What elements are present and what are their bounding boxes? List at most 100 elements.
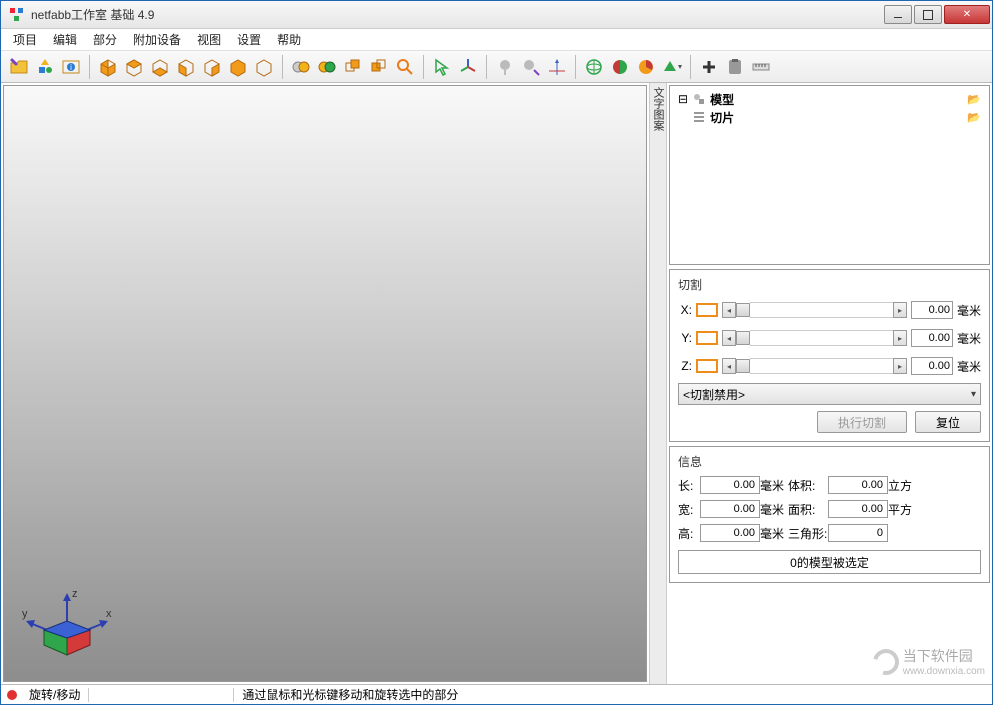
cut-slider[interactable]: ◂ ▸ xyxy=(722,358,907,374)
menubar: 项目 编辑 部分 附加设备 视图 设置 帮助 xyxy=(1,29,992,51)
slider-right-icon[interactable]: ▸ xyxy=(893,358,907,374)
cube-left-icon[interactable] xyxy=(174,55,198,79)
close-button[interactable] xyxy=(944,5,990,24)
menu-edit[interactable]: 编辑 xyxy=(45,29,85,50)
gray-ball-dir-icon[interactable] xyxy=(519,55,543,79)
info-value: 0.00 xyxy=(700,476,760,494)
cube-bottom-icon[interactable] xyxy=(148,55,172,79)
boxes2-icon[interactable] xyxy=(367,55,391,79)
window-title: netfabb工作室 基础 4.9 xyxy=(31,6,882,23)
svg-text:z: z xyxy=(72,588,78,600)
info-unit: 平方 xyxy=(888,501,916,518)
cut-mode-dropdown[interactable]: <切割禁用> xyxy=(678,383,981,405)
axis-tool-icon[interactable] xyxy=(545,55,569,79)
status-mode: 旋转/移动 xyxy=(23,686,86,703)
selection-info: 0的模型被选定 xyxy=(678,550,981,574)
slider-thumb[interactable] xyxy=(736,303,750,317)
info-label: 长: xyxy=(678,477,700,494)
menu-part[interactable]: 部分 xyxy=(85,29,125,50)
slider-right-icon[interactable]: ▸ xyxy=(893,330,907,346)
cutting-panel: 切割 X: ◂ ▸ 毫米Y: ◂ ▸ 毫米Z: ◂ ▸ 毫米 <切割禁用> 执行… xyxy=(669,269,990,442)
project-tree[interactable]: ⊟ 模型 ⊟ 切片 xyxy=(669,85,990,265)
cut-value-input[interactable] xyxy=(911,357,953,375)
globe-icon[interactable] xyxy=(582,55,606,79)
boxes1-icon[interactable] xyxy=(341,55,365,79)
info-title: 信息 xyxy=(678,453,981,470)
cut-row-y: Y: ◂ ▸ 毫米 xyxy=(678,327,981,349)
axis-gizmo: z x y xyxy=(22,583,112,663)
info-label: 三角形: xyxy=(788,525,828,542)
cube-top-icon[interactable] xyxy=(122,55,146,79)
cut-axis-label: Y: xyxy=(678,331,692,345)
maximize-button[interactable] xyxy=(914,5,942,24)
tree-label: 切片 xyxy=(710,109,734,126)
axis-move-icon[interactable] xyxy=(456,55,480,79)
info-value: 0.00 xyxy=(700,500,760,518)
sphere2-icon[interactable] xyxy=(315,55,339,79)
expand-icon[interactable]: ⊟ xyxy=(678,92,688,106)
ruler-icon[interactable] xyxy=(749,55,773,79)
cube-right-icon[interactable] xyxy=(200,55,224,79)
triangle-dd-icon[interactable] xyxy=(660,55,684,79)
shapes-icon xyxy=(692,92,706,106)
vertical-tab-text[interactable]: 文字图案 xyxy=(649,83,667,684)
clipboard-icon[interactable] xyxy=(723,55,747,79)
cutting-title: 切割 xyxy=(678,276,981,293)
info-icon[interactable]: i xyxy=(59,55,83,79)
cut-toggle[interactable] xyxy=(696,359,718,373)
slider-left-icon[interactable]: ◂ xyxy=(722,358,736,374)
cut-value-input[interactable] xyxy=(911,301,953,319)
statusbar: 旋转/移动 通过鼠标和光标键移动和旋转选中的部分 xyxy=(1,684,992,704)
menu-settings[interactable]: 设置 xyxy=(229,29,269,50)
info-label: 高: xyxy=(678,525,700,542)
slider-left-icon[interactable]: ◂ xyxy=(722,330,736,346)
info-unit: 立方 xyxy=(888,477,916,494)
toolbar: i xyxy=(1,51,992,83)
tree-item-model[interactable]: ⊟ 模型 xyxy=(674,90,985,108)
redgreen-ball-icon[interactable] xyxy=(608,55,632,79)
zoom-icon[interactable] xyxy=(393,55,417,79)
slider-right-icon[interactable]: ▸ xyxy=(893,302,907,318)
info-value: 0 xyxy=(828,524,888,542)
minimize-button[interactable] xyxy=(884,5,912,24)
select-icon[interactable] xyxy=(430,55,454,79)
cut-slider[interactable]: ◂ ▸ xyxy=(722,330,907,346)
cut-row-z: Z: ◂ ▸ 毫米 xyxy=(678,355,981,377)
slider-thumb[interactable] xyxy=(736,331,750,345)
cut-row-x: X: ◂ ▸ 毫米 xyxy=(678,299,981,321)
cut-slider[interactable]: ◂ ▸ xyxy=(722,302,907,318)
viewport-3d[interactable]: z x y xyxy=(3,85,647,682)
slider-left-icon[interactable]: ◂ xyxy=(722,302,736,318)
cut-toggle[interactable] xyxy=(696,331,718,345)
cube-back-icon[interactable] xyxy=(252,55,276,79)
status-dot-icon xyxy=(7,690,17,700)
info-label: 面积: xyxy=(788,501,828,518)
menu-view[interactable]: 视图 xyxy=(189,29,229,50)
cube-iso-icon[interactable] xyxy=(96,55,120,79)
info-value: 0.00 xyxy=(828,476,888,494)
cut-value-input[interactable] xyxy=(911,329,953,347)
right-panel: ⊟ 模型 ⊟ 切片 切割 X: ◂ ▸ 毫米 Y: ◂ xyxy=(667,83,992,684)
gray-ball-icon[interactable] xyxy=(493,55,517,79)
sphere1-icon[interactable] xyxy=(289,55,313,79)
titlebar: netfabb工作室 基础 4.9 xyxy=(1,1,992,29)
add-part-icon[interactable] xyxy=(33,55,57,79)
cut-unit: 毫米 xyxy=(957,358,981,375)
tree-item-slice[interactable]: ⊟ 切片 xyxy=(674,108,985,126)
info-value: 0.00 xyxy=(700,524,760,542)
menu-help[interactable]: 帮助 xyxy=(269,29,309,50)
reset-cut-button[interactable]: 复位 xyxy=(915,411,981,433)
svg-text:x: x xyxy=(106,608,112,620)
slider-thumb[interactable] xyxy=(736,359,750,373)
cube-front-icon[interactable] xyxy=(226,55,250,79)
pie-icon[interactable] xyxy=(634,55,658,79)
info-unit: 毫米 xyxy=(760,477,788,494)
cut-axis-label: Z: xyxy=(678,359,692,373)
menu-project[interactable]: 项目 xyxy=(5,29,45,50)
info-unit: 毫米 xyxy=(760,525,788,542)
open-icon[interactable] xyxy=(7,55,31,79)
cut-toggle[interactable] xyxy=(696,303,718,317)
plus-icon[interactable] xyxy=(697,55,721,79)
execute-cut-button[interactable]: 执行切割 xyxy=(817,411,907,433)
menu-device[interactable]: 附加设备 xyxy=(125,29,189,50)
